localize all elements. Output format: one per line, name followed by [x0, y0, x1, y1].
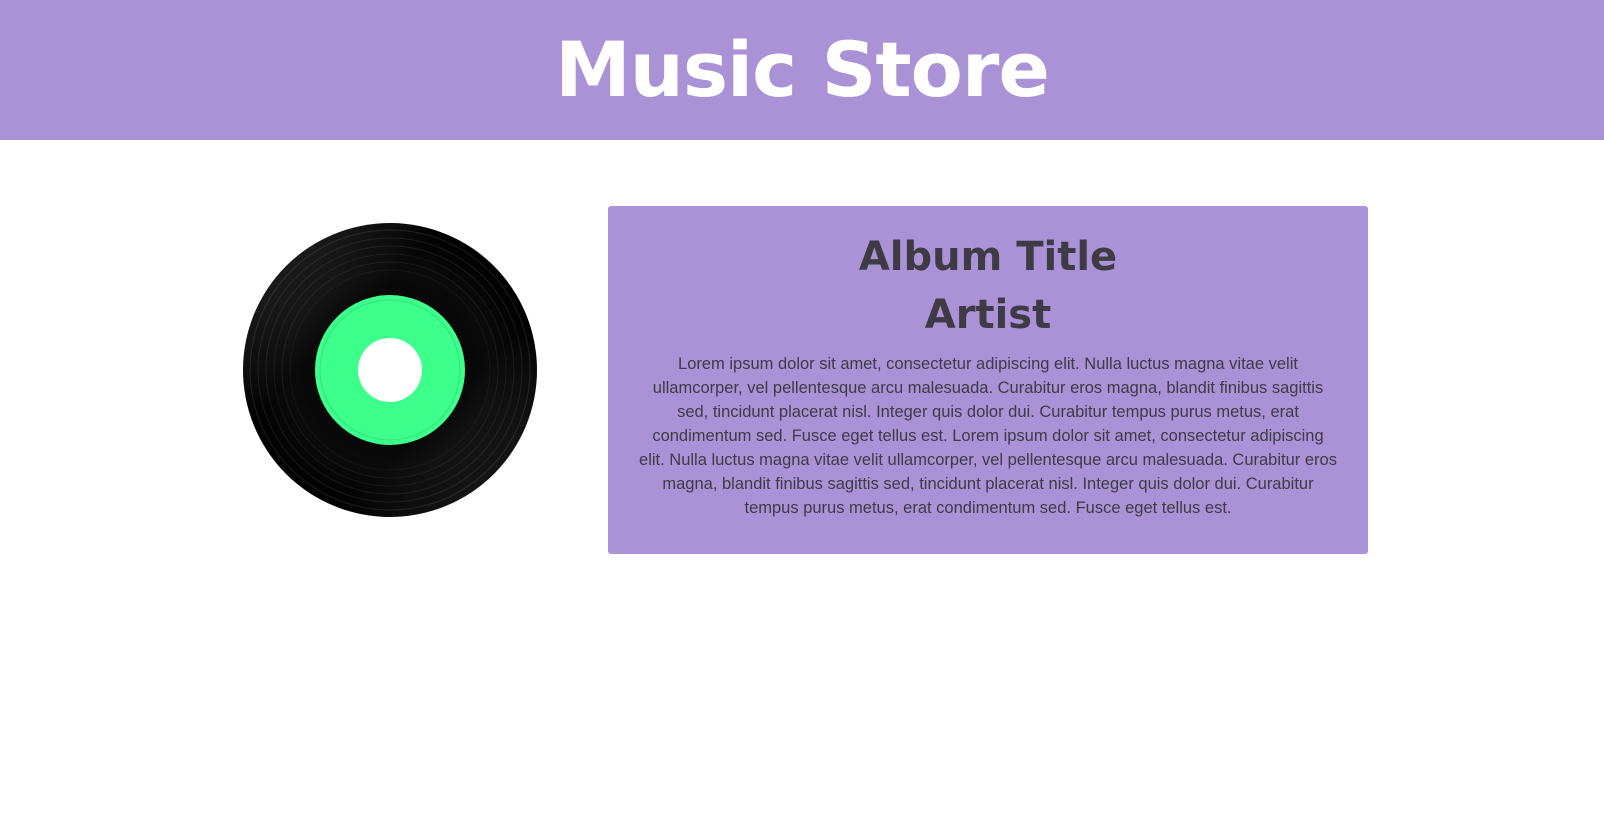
- record-center-hole: [358, 338, 422, 402]
- album-description: Lorem ipsum dolor sit amet, consectetur …: [639, 355, 1337, 517]
- vinyl-record-svg: [243, 223, 537, 517]
- album-artist: Artist: [924, 292, 1052, 338]
- site-title: Music Store: [555, 25, 1050, 114]
- album-title: Album Title: [858, 234, 1118, 280]
- album-card: Album Title Artist Lorem ipsum dolor sit…: [608, 206, 1368, 554]
- vinyl-record-icon: [240, 220, 540, 520]
- site-header: Music Store: [0, 0, 1604, 140]
